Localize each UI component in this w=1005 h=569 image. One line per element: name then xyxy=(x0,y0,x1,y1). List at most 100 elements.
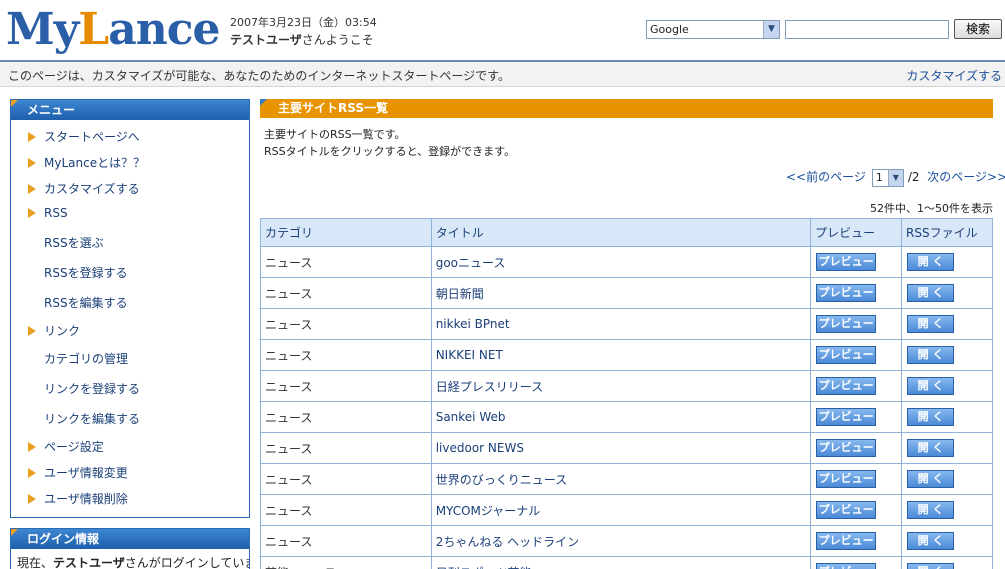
login-prefix: 現在、 xyxy=(17,556,54,569)
sidebar-item[interactable]: リンクを編集する xyxy=(11,410,140,427)
sidebar-item[interactable]: カテゴリの管理 xyxy=(11,350,128,367)
rss-title-link[interactable]: 日経プレスリリース xyxy=(430,370,812,402)
search-input[interactable] xyxy=(785,20,949,39)
next-page-link[interactable]: 次のページ>> xyxy=(927,170,1005,184)
sidebar-item-label: RSSを登録する xyxy=(44,266,128,280)
preview-cell: プレビュー xyxy=(810,525,903,557)
login-info-text: 現在、テストユーザさんがログインしていま xyxy=(11,549,249,569)
logo-part-ance: ance xyxy=(108,4,220,55)
rss-title-link[interactable]: 世界のびっくりニュース xyxy=(430,463,812,495)
customize-link[interactable]: カスタマイズする xyxy=(906,67,1002,84)
sidebar-item[interactable]: リンク xyxy=(11,322,80,339)
preview-button[interactable]: プレビュー xyxy=(816,346,877,364)
page-select[interactable]: 1 ▼ xyxy=(871,168,904,187)
open-button[interactable]: 開 く xyxy=(907,532,955,550)
sidebar-item[interactable]: RSSを編集する xyxy=(11,294,128,311)
sidebar-item[interactable]: MyLanceとは？？ xyxy=(11,154,145,171)
rss-title-link[interactable]: 日刊スポーツ芸能 xyxy=(430,556,812,569)
preview-button[interactable]: プレビュー xyxy=(816,377,877,395)
chevron-down-icon[interactable]: ▼ xyxy=(887,169,903,186)
open-button[interactable]: 開 く xyxy=(907,563,955,569)
sidebar-item-label: ユーザ情報削除 xyxy=(44,492,128,506)
sidebar-item-label: ページ設定 xyxy=(44,440,104,454)
preview-button[interactable]: プレビュー xyxy=(816,315,877,333)
sidebar-item[interactable]: ユーザ情報削除 xyxy=(11,490,128,507)
open-button[interactable]: 開 く xyxy=(907,253,955,271)
open-button[interactable]: 開 く xyxy=(907,470,955,488)
open-button[interactable]: 開 く xyxy=(907,501,955,519)
sidebar-item[interactable]: リンクを登録する xyxy=(11,380,140,397)
preview-button[interactable]: プレビュー xyxy=(816,563,877,569)
sidebar-item[interactable]: カスタマイズする xyxy=(11,180,140,197)
rss-title-link[interactable]: 朝日新聞 xyxy=(430,277,812,309)
rss-title-link[interactable]: gooニュース xyxy=(430,246,812,278)
page-select-value: 1 xyxy=(875,170,883,184)
preview-cell: プレビュー xyxy=(810,401,903,433)
description-line-1: 主要サイトのRSS一覧です。 xyxy=(264,128,406,141)
logo-part-my: My xyxy=(6,4,79,55)
rss-file-cell: 開 く xyxy=(901,370,993,402)
preview-button[interactable]: プレビュー xyxy=(816,470,877,488)
preview-cell: プレビュー xyxy=(810,370,903,402)
open-button[interactable]: 開 く xyxy=(907,346,955,364)
rss-file-cell: 開 く xyxy=(901,556,993,569)
category-cell: ニュース xyxy=(260,463,432,495)
preview-button[interactable]: プレビュー xyxy=(816,408,877,426)
sidebar-item-label: リンクを登録する xyxy=(44,382,141,396)
rss-title-link[interactable]: 2ちゃんねる ヘッドライン xyxy=(430,525,812,557)
rss-file-cell: 開 く xyxy=(901,494,993,526)
triangle-bullet-icon xyxy=(28,326,36,336)
open-button[interactable]: 開 く xyxy=(907,408,955,426)
table-row: ニュース nikkei BPnet プレビュー 開 く xyxy=(260,308,993,340)
sidebar-item[interactable]: ユーザ情報変更 xyxy=(11,464,128,481)
chevron-down-icon[interactable]: ▼ xyxy=(763,21,779,38)
search-engine-value: Google xyxy=(650,23,689,36)
triangle-bullet-icon xyxy=(28,208,36,218)
sidebar-item[interactable]: RSSを選ぶ xyxy=(11,234,104,251)
login-user-name: テストユーザ xyxy=(53,556,125,569)
preview-cell: プレビュー xyxy=(810,246,903,278)
rss-title-link[interactable]: Sankei Web xyxy=(430,401,812,433)
sidebar-item[interactable]: RSSを登録する xyxy=(11,264,128,281)
rss-title-link[interactable]: NIKKEI NET xyxy=(430,339,812,371)
sidebar-item-label: RSSを編集する xyxy=(44,296,128,310)
preview-cell: プレビュー xyxy=(810,308,903,340)
table-header-row: カテゴリ タイトル プレビュー RSSファイル xyxy=(260,218,993,247)
rss-table: カテゴリ タイトル プレビュー RSSファイル ニュース gooニュース プレビュー… xyxy=(260,218,993,569)
current-datetime: 2007年3月23日（金）03:54 xyxy=(230,16,377,29)
rss-title-link[interactable]: nikkei BPnet xyxy=(430,308,812,340)
open-button[interactable]: 開 く xyxy=(907,315,955,333)
sidebar-item[interactable]: スタートページへ xyxy=(11,128,140,145)
description-line-2: RSSタイトルをクリックすると、登録ができます。 xyxy=(264,145,516,158)
sidebar-item-label: RSSを選ぶ xyxy=(44,236,104,250)
table-row: 芸能ニュース日刊スポーツ芸能プレビュー 開 く xyxy=(260,556,993,569)
page-total: /2 xyxy=(907,170,920,184)
rss-title-link[interactable]: livedoor NEWS xyxy=(430,432,812,464)
preview-button[interactable]: プレビュー xyxy=(816,253,877,271)
triangle-bullet-icon xyxy=(28,442,36,452)
welcome-message: テストユーザさんようこそ xyxy=(230,31,374,48)
search-button[interactable]: 検索 xyxy=(954,19,1002,39)
sidebar-item-label: カテゴリの管理 xyxy=(44,352,129,366)
rss-file-cell: 開 く xyxy=(901,525,993,557)
open-button[interactable]: 開 く xyxy=(907,439,955,457)
mylance-logo[interactable]: MyLance xyxy=(6,2,221,58)
open-button[interactable]: 開 く xyxy=(907,284,955,302)
preview-button[interactable]: プレビュー xyxy=(816,439,877,457)
search-engine-select[interactable]: Google ▼ xyxy=(646,20,780,39)
open-button[interactable]: 開 く xyxy=(907,377,955,395)
sidebar-item-label: ユーザ情報変更 xyxy=(44,466,128,480)
preview-button[interactable]: プレビュー xyxy=(816,532,877,550)
column-header-preview: プレビュー xyxy=(810,218,903,247)
menu-title: メニュー xyxy=(11,100,249,120)
rss-title-link[interactable]: MYCOMジャーナル xyxy=(430,494,812,526)
preview-cell: プレビュー xyxy=(810,277,903,309)
rss-file-cell: 開 く xyxy=(901,432,993,464)
table-row: ニュース NIKKEI NET プレビュー 開 く xyxy=(260,339,993,371)
sidebar-item[interactable]: ページ設定 xyxy=(11,438,104,455)
preview-button[interactable]: プレビュー xyxy=(816,284,877,302)
sidebar-item[interactable]: RSS xyxy=(11,206,68,220)
prev-page-link[interactable]: <<前のページ xyxy=(786,170,866,184)
sidebar-item-label: リンク xyxy=(44,324,81,338)
preview-button[interactable]: プレビュー xyxy=(816,501,877,519)
